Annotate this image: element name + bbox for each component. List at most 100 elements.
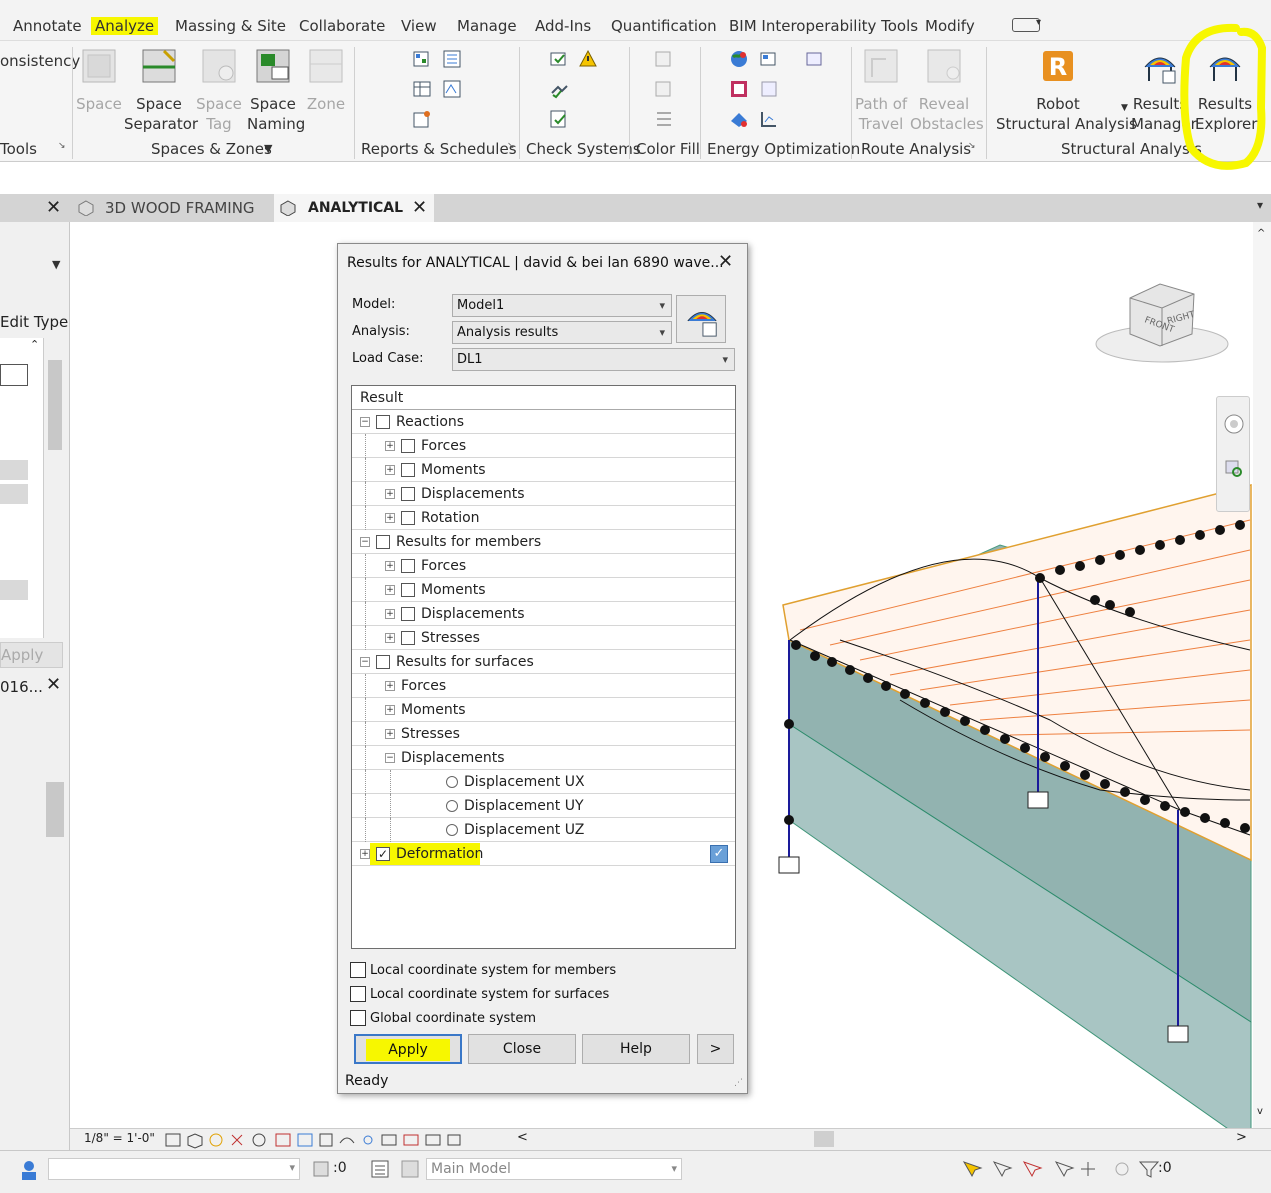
- expand-icon[interactable]: +: [385, 729, 395, 739]
- property-field[interactable]: [0, 364, 28, 386]
- chevron-down-icon[interactable]: ▼: [1121, 103, 1128, 113]
- panel-expand-icon[interactable]: ↘: [968, 141, 976, 151]
- apply-button[interactable]: Apply: [354, 1034, 462, 1064]
- tree-row[interactable]: − Results for members: [352, 530, 735, 554]
- result-checkbox[interactable]: ✓: [376, 847, 390, 861]
- consistency-label[interactable]: onsistency: [0, 52, 80, 70]
- chevron-down-icon[interactable]: ▼: [264, 142, 272, 155]
- tab-massing-site[interactable]: Massing & Site: [175, 17, 286, 35]
- expand-icon[interactable]: +: [360, 849, 370, 859]
- chevron-down-icon[interactable]: ▼: [52, 258, 60, 271]
- expand-icon[interactable]: +: [385, 681, 395, 691]
- expand-icon[interactable]: +: [385, 465, 395, 475]
- scroll-left-icon[interactable]: <: [517, 1130, 528, 1145]
- show-disconnects-icon[interactable]: [578, 49, 598, 69]
- schedule-report-icon[interactable]: [442, 49, 462, 69]
- close-icon[interactable]: ✕: [718, 251, 733, 272]
- selection-settings-icons[interactable]: [960, 1158, 1160, 1180]
- result-checkbox[interactable]: [401, 439, 415, 453]
- tab-analytical[interactable]: ANALYTICAL ✕: [274, 194, 434, 222]
- space-tag-button[interactable]: Space Tag: [195, 47, 243, 134]
- workset-select[interactable]: ▾: [48, 1158, 300, 1180]
- close-button[interactable]: Close: [468, 1034, 576, 1064]
- expand-icon[interactable]: +: [385, 489, 395, 499]
- tab-analyze[interactable]: Analyze: [91, 17, 159, 35]
- tree-row[interactable]: + Moments: [352, 698, 735, 722]
- result-checkbox[interactable]: [401, 487, 415, 501]
- tree-row[interactable]: Displacement UX: [352, 770, 735, 794]
- expand-icon[interactable]: +: [385, 705, 395, 715]
- energy-model-icon[interactable]: [729, 79, 749, 99]
- system-zones-icon[interactable]: [759, 79, 779, 99]
- scroll-down-icon[interactable]: v: [1257, 1106, 1263, 1117]
- tab-quantification[interactable]: Quantification: [611, 17, 717, 35]
- tab-bim-interoperability[interactable]: BIM Interoperability Tools: [729, 17, 918, 35]
- close-icon[interactable]: ✕: [46, 674, 61, 695]
- editable-only-icon[interactable]: [312, 1160, 330, 1178]
- zone-button[interactable]: Zone: [304, 47, 348, 114]
- path-of-travel-button[interactable]: Path of Travel: [855, 47, 907, 134]
- tab-annotate[interactable]: Annotate: [13, 17, 82, 35]
- loadcase-select[interactable]: DL1 ▾: [452, 348, 735, 371]
- tree-row[interactable]: − Results for surfaces: [352, 650, 735, 674]
- apply-button[interactable]: Apply: [0, 642, 63, 668]
- result-checkbox[interactable]: [401, 583, 415, 597]
- result-checkbox[interactable]: [401, 511, 415, 525]
- tab-add-ins[interactable]: Add-Ins: [535, 17, 591, 35]
- help-button[interactable]: Help: [582, 1034, 690, 1064]
- scroll-thumb[interactable]: [46, 782, 64, 837]
- tree-row[interactable]: Displacement UY: [352, 794, 735, 818]
- scroll-up-icon[interactable]: ^: [1257, 228, 1265, 239]
- analysis-select[interactable]: Analysis results ▾: [452, 321, 672, 344]
- expand-icon[interactable]: +: [385, 585, 395, 595]
- tree-row[interactable]: Displacement UZ: [352, 818, 735, 842]
- edit-type-label[interactable]: Edit Type: [0, 313, 68, 331]
- results-settings-button[interactable]: [676, 295, 726, 343]
- horizontal-scroll-thumb[interactable]: [814, 1131, 834, 1147]
- tree-row[interactable]: + Stresses: [352, 722, 735, 746]
- duct-legend-icon[interactable]: [654, 49, 674, 69]
- tree-row[interactable]: + Stresses: [352, 626, 735, 650]
- space-button[interactable]: Space: [76, 47, 122, 114]
- expand-icon[interactable]: +: [385, 561, 395, 571]
- steering-wheel-icon[interactable]: [1223, 413, 1245, 435]
- result-checkbox[interactable]: [376, 655, 390, 669]
- check-duct-systems-icon[interactable]: [549, 49, 569, 69]
- tree-row[interactable]: + Moments: [352, 458, 735, 482]
- collapse-icon[interactable]: ⌃: [30, 338, 39, 351]
- result-checkbox[interactable]: [401, 607, 415, 621]
- heating-cooling-loads-icon[interactable]: [412, 49, 432, 69]
- collapse-icon[interactable]: −: [360, 417, 370, 427]
- tree-row[interactable]: − Reactions: [352, 410, 735, 434]
- tree-row[interactable]: + Forces: [352, 554, 735, 578]
- tab-manage[interactable]: Manage: [457, 17, 517, 35]
- tree-row[interactable]: + Displacements: [352, 602, 735, 626]
- tab-modify[interactable]: Modify: [925, 17, 975, 35]
- view-scale[interactable]: 1/8" = 1'-0": [84, 1131, 155, 1145]
- vertical-scrollbar[interactable]: ^ v: [1253, 222, 1271, 1128]
- result-checkbox[interactable]: [401, 463, 415, 477]
- active-design-option-select[interactable]: Main Model ▾: [426, 1158, 682, 1180]
- close-icon[interactable]: ✕: [46, 198, 61, 218]
- tree-row[interactable]: + Forces: [352, 674, 735, 698]
- collapse-icon[interactable]: −: [385, 753, 395, 763]
- check-pipe-systems-icon[interactable]: [549, 79, 569, 99]
- local-members-checkbox[interactable]: [350, 962, 366, 978]
- robot-structural-analysis-button[interactable]: R Robot Structural Analysis: [996, 47, 1137, 134]
- result-radio[interactable]: [446, 824, 458, 836]
- tree-row[interactable]: + Moments: [352, 578, 735, 602]
- collapse-icon[interactable]: −: [360, 537, 370, 547]
- design-options-icon[interactable]: [370, 1159, 390, 1179]
- zoom-icon[interactable]: [1224, 459, 1244, 479]
- tab-3d-wood-framing[interactable]: 3D WOOD FRAMING: [72, 194, 272, 222]
- generate-energy-icon[interactable]: [729, 109, 749, 129]
- location-icon[interactable]: [729, 49, 749, 69]
- global-coordinates-checkbox[interactable]: [350, 1010, 366, 1026]
- close-icon[interactable]: ✕: [412, 194, 427, 222]
- scroll-right-icon[interactable]: >: [1236, 1130, 1247, 1145]
- scroll-thumb[interactable]: [48, 360, 62, 450]
- design-option-tool-icon[interactable]: [400, 1159, 420, 1179]
- tree-row[interactable]: + ✓ Deformation ✓: [352, 842, 735, 866]
- expand-icon[interactable]: +: [385, 441, 395, 451]
- energy-settings-icon[interactable]: [759, 49, 779, 69]
